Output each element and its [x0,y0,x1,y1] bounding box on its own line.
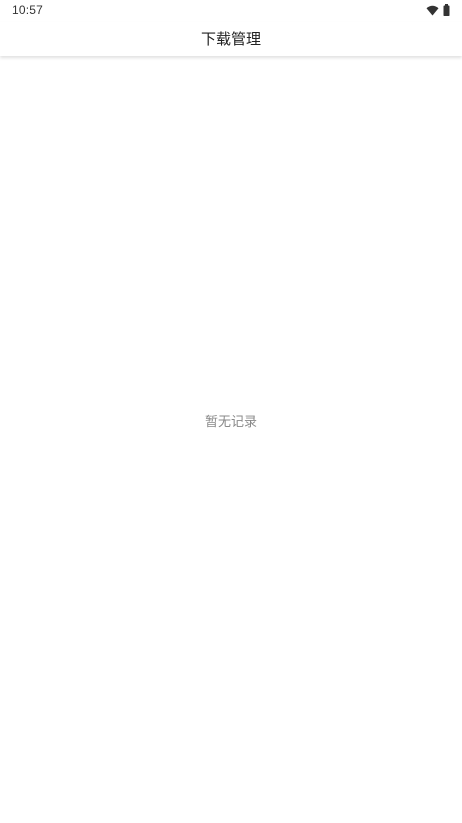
wifi-icon [426,5,439,16]
status-bar: 10:57 [0,0,462,22]
status-icons [426,4,450,16]
download-list-area: 暂无记录 [0,56,462,823]
page-title: 下载管理 [200,30,261,48]
app-bar: 下载管理 [0,22,462,56]
status-time: 10:57 [12,3,44,17]
battery-icon [443,4,450,16]
empty-state-message: 暂无记录 [204,415,257,430]
